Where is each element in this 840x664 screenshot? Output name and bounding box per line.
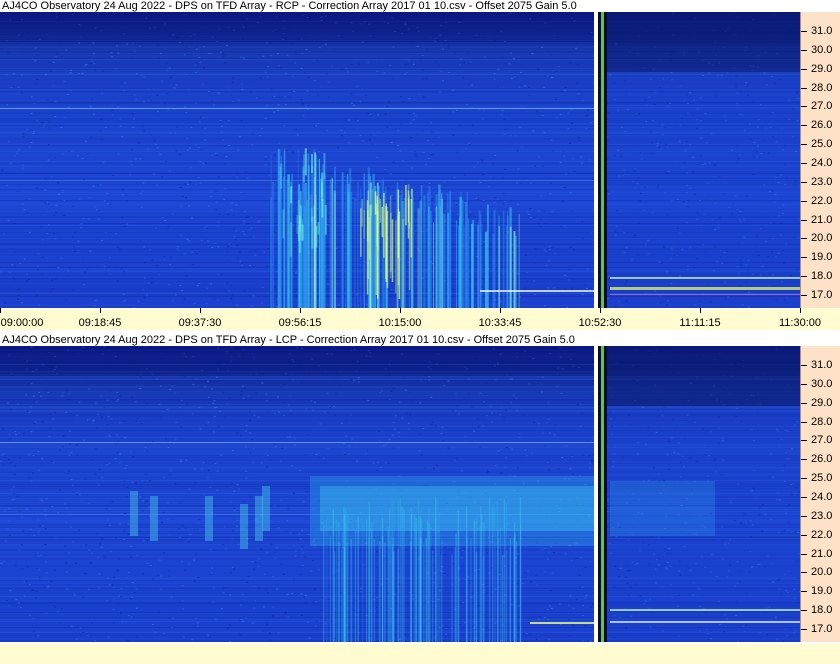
freq-label: 29.0 (811, 396, 833, 409)
freq-label: 27.0 (811, 434, 833, 447)
freq-tick (801, 257, 807, 259)
freq-label: 23.0 (811, 509, 833, 522)
freq-tick (801, 87, 807, 89)
freq-label: 21.0 (811, 213, 833, 226)
freq-label: 19.0 (811, 251, 833, 264)
time-label: 10:33:45 (478, 317, 522, 329)
freq-tick (801, 383, 807, 385)
freq-tick (801, 496, 807, 498)
data-gap (594, 12, 598, 308)
freq-tick (801, 591, 807, 593)
freq-label: 22.0 (811, 194, 833, 207)
freq-label: 18.0 (811, 270, 833, 283)
freq-tick (801, 572, 807, 574)
time-label: 10:15:00 (378, 317, 422, 329)
time-label: 11:11:15 (679, 317, 721, 329)
time-axis: 09:00:00 09:18:45 09:37:30 09:56:15 10:15:00… (0, 308, 840, 330)
freq-tick (801, 219, 807, 221)
freq-tick (801, 181, 807, 183)
freq-label: 21.0 (811, 547, 833, 560)
time-tick (0, 308, 1, 313)
freq-label: 28.0 (811, 415, 833, 428)
freq-tick (801, 553, 807, 555)
freq-label: 26.0 (811, 119, 833, 132)
freq-label: 20.0 (811, 566, 833, 579)
freq-tick (801, 421, 807, 423)
freq-tick (801, 144, 807, 146)
data-gap (594, 346, 598, 642)
frequency-axis: 31.0 30.0 29.0 28.0 27.0 26.0 25.0 24.0 23.0 22.0… (800, 12, 840, 308)
lcp-panel: AJ4CO Observatory 24 Aug 2022 - DPS on T… (0, 334, 840, 664)
freq-tick (801, 294, 807, 296)
time-tick (800, 308, 801, 313)
spectrogram-image (0, 12, 800, 308)
freq-tick (801, 68, 807, 70)
time-label: 10:52:30 (578, 317, 622, 329)
time-tick (200, 308, 201, 313)
freq-label: 28.0 (811, 81, 833, 94)
panel-title: AJ4CO Observatory 24 Aug 2022 - DPS on T… (0, 0, 600, 12)
freq-label: 19.0 (811, 585, 833, 598)
time-tick (300, 308, 301, 313)
time-label: 09:18:45 (78, 317, 122, 329)
time-label: 09:56:15 (278, 317, 322, 329)
time-tick (400, 308, 401, 313)
time-label: 09:37:30 (178, 317, 222, 329)
frequency-axis: 31.0 30.0 29.0 28.0 27.0 26.0 25.0 24.0 23.0 22.0… (800, 346, 840, 642)
freq-tick (801, 200, 807, 202)
bottom-strip (0, 644, 840, 664)
freq-label: 20.0 (811, 232, 833, 245)
time-tick (700, 308, 701, 313)
freq-tick (801, 162, 807, 164)
freq-label: 18.0 (811, 604, 833, 617)
time-label: 09:00:00 (0, 317, 44, 329)
time-tick (500, 308, 501, 313)
freq-label: 30.0 (811, 43, 833, 56)
freq-tick (801, 106, 807, 108)
freq-label: 26.0 (811, 453, 833, 466)
freq-label: 31.0 (811, 359, 833, 371)
freq-label: 22.0 (811, 528, 833, 541)
spectrogram (0, 12, 800, 308)
freq-tick (801, 459, 807, 461)
freq-label: 27.0 (811, 100, 833, 113)
freq-label: 25.0 (811, 472, 833, 485)
freq-label: 25.0 (811, 138, 833, 151)
freq-label: 17.0 (811, 622, 833, 635)
freq-label: 24.0 (811, 156, 833, 169)
freq-tick (801, 31, 807, 32)
rcp-panel: AJ4CO Observatory 24 Aug 2022 - DPS on T… (0, 0, 840, 330)
freq-tick (801, 125, 807, 127)
spectrogram (0, 346, 800, 642)
freq-tick (801, 276, 807, 278)
spectrogram-image (0, 346, 800, 642)
freq-tick (801, 534, 807, 536)
freq-tick (801, 628, 807, 630)
freq-label: 31.0 (811, 25, 833, 37)
freq-tick (801, 515, 807, 517)
freq-tick (801, 238, 807, 240)
freq-tick (801, 478, 807, 480)
time-label: 11:30:00 (778, 317, 822, 329)
freq-label: 24.0 (811, 490, 833, 503)
freq-label: 30.0 (811, 377, 833, 390)
panel-title: AJ4CO Observatory 24 Aug 2022 - DPS on T… (0, 334, 600, 346)
freq-tick (801, 49, 807, 51)
freq-label: 29.0 (811, 62, 833, 75)
time-tick (600, 308, 601, 313)
freq-tick (801, 402, 807, 404)
freq-tick (801, 610, 807, 612)
freq-tick (801, 440, 807, 442)
freq-label: 23.0 (811, 175, 833, 188)
freq-label: 17.0 (811, 288, 833, 301)
time-tick (100, 308, 101, 313)
freq-tick (801, 365, 807, 366)
